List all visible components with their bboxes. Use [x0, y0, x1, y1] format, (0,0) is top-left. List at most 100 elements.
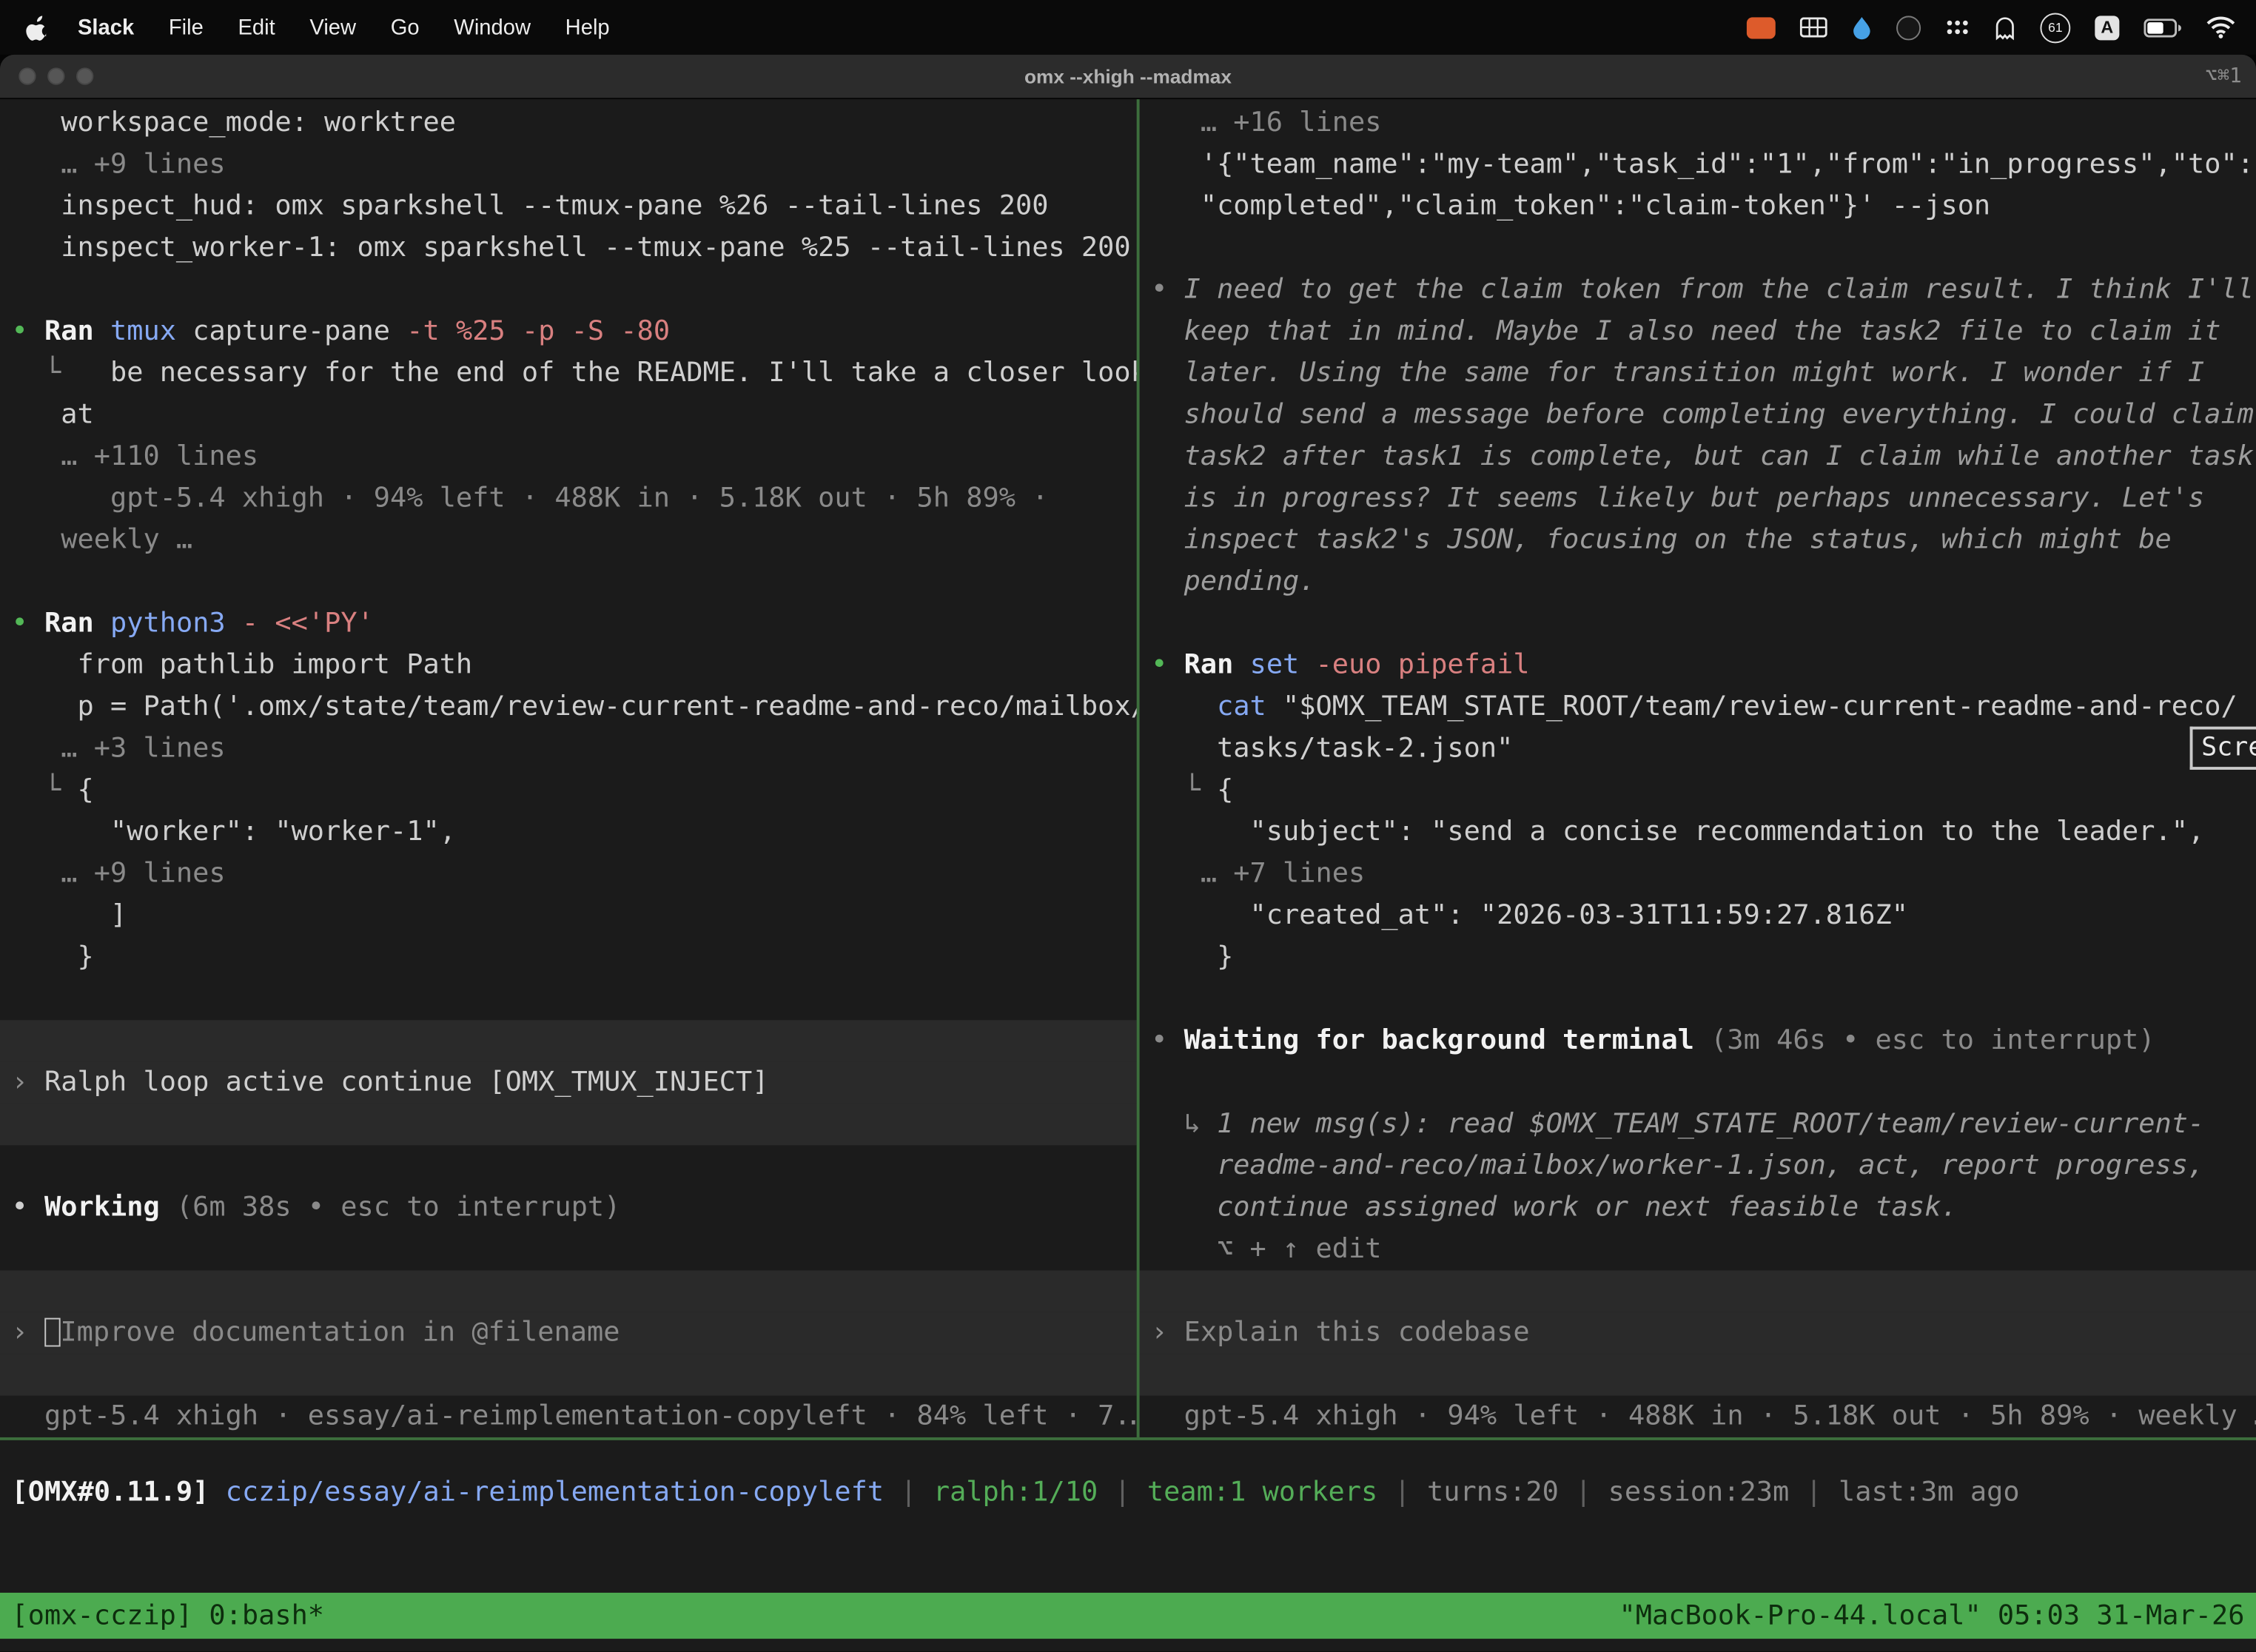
text-segment: › [1151, 1317, 1184, 1349]
terminal-line: from pathlib import Path [0, 645, 1137, 686]
terminal-line: … +16 lines [1140, 102, 2256, 144]
text-segment: gpt-5.4 xhigh · essay/ai-reimplementatio… [12, 1400, 1137, 1431]
drop-icon[interactable] [1852, 15, 1872, 39]
terminal-line [0, 269, 1137, 311]
text-segment: later. Using the same for transition mig… [1151, 357, 2204, 389]
text-segment: gpt-5.4 xhigh · 94% left · 488K in · 5.1… [12, 482, 1049, 514]
text-segment: tasks/task-2.json" [1151, 732, 1513, 764]
terminal-line [0, 1104, 1137, 1145]
apple-menu-icon[interactable] [26, 13, 49, 41]
pane-divider-vertical[interactable] [1137, 99, 1140, 1437]
menu-items: FileEditViewGoWindowHelp [152, 15, 627, 39]
terminal-line: keep that in mind. Maybe I also need the… [1140, 311, 2256, 352]
text-segment: last:3m ago [1839, 1476, 2020, 1508]
text-segment: … +7 lines [1151, 858, 1365, 890]
terminal-line: } [0, 936, 1137, 978]
terminal-line: gpt-5.4 xhigh · essay/ai-reimplementatio… [0, 1396, 1137, 1437]
menu-item-edit[interactable]: Edit [221, 15, 292, 39]
window-title: omx --xhigh --madmax [1024, 65, 1232, 87]
text-segment: | [1559, 1476, 1608, 1508]
text-segment: "worker": "worker-1", [12, 816, 456, 847]
text-segment: [OMX#0.11.9] [12, 1476, 226, 1508]
terminal-line: readme-and-reco/mailbox/worker-1.json, a… [1140, 1145, 2256, 1186]
tmux-panes: workspace_mode: worktree … +9 lines insp… [0, 99, 2256, 1437]
terminal-line [1140, 602, 2256, 644]
terminal-line: › Ralph loop active continue [OMX_TMUX_I… [0, 1062, 1137, 1104]
terminal-window: omx --xhigh --madmax ⌥⌘1 workspace_mode:… [0, 55, 2256, 1652]
traffic-lights [19, 55, 93, 98]
wifi-icon[interactable] [2206, 16, 2236, 38]
terminal-line: … +7 lines [1140, 853, 2256, 895]
text-segment: be necessary for the end of the README. … [110, 357, 1137, 389]
terminal-line: inspect_worker-1: omx sparkshell --tmux-… [0, 227, 1137, 269]
terminal-line: • Working (6m 38s • esc to interrupt) [0, 1187, 1137, 1229]
terminal-line: … +3 lines [0, 728, 1137, 770]
terminal-line: gpt-5.4 xhigh · 94% left · 488K in · 5.1… [0, 477, 1137, 519]
minimize-button[interactable] [47, 67, 64, 84]
text-segment: session:23m [1608, 1476, 1790, 1508]
terminal-line: … +9 lines [0, 853, 1137, 895]
clock-icon[interactable] [1896, 15, 1921, 39]
text-segment: at [12, 398, 94, 430]
terminal-line: should send a message before completing … [1140, 394, 2256, 436]
menu-item-window[interactable]: Window [437, 15, 548, 39]
terminal-line: ↳ 1 new msg(s): read $OMX_TEAM_STATE_ROO… [1140, 1104, 2256, 1145]
zoom-button[interactable] [76, 67, 93, 84]
right-terminal-pane[interactable]: … +16 lines '{"team_name":"my-team","tas… [1140, 99, 2256, 1437]
text-segment: should send a message before completing … [1151, 398, 2254, 430]
battery-percent-badge[interactable]: 61 [2040, 13, 2070, 43]
terminal-line [1140, 978, 2256, 1020]
close-button[interactable] [19, 67, 36, 84]
dots-grid-icon[interactable] [1945, 19, 1970, 36]
screen-recording-indicator-icon[interactable] [1747, 16, 1776, 38]
text-segment: Waiting for background terminal [1184, 1024, 1711, 1056]
text-segment: team:1 workers [1147, 1476, 1377, 1508]
menu-item-file[interactable]: File [152, 15, 221, 39]
text-segment: - <<'PY' [242, 607, 374, 639]
terminal-line [0, 978, 1137, 1020]
text-segment: └ [1151, 774, 1217, 806]
text-segment: readme-and-reco/mailbox/worker-1.json, a… [1151, 1149, 2204, 1181]
ghost-icon[interactable] [1994, 15, 2015, 39]
input-source-icon[interactable]: A [2095, 15, 2119, 39]
text-segment: inspect_worker-1: omx sparkshell --tmux-… [12, 232, 1131, 263]
terminal-line: cat "$OMX_TEAM_STATE_ROOT/team/review-cu… [1140, 686, 2256, 728]
text-segment: continue assigned work or next feasible … [1151, 1192, 1958, 1223]
prompt-input-line[interactable]: › Explain this codebase [1140, 1312, 2256, 1354]
text-segment: Ran [1184, 649, 1250, 681]
terminal-line: • Waiting for background terminal (3m 46… [1140, 1020, 2256, 1061]
prompt-input-line[interactable]: › Improve documentation in @filename [0, 1312, 1137, 1354]
text-segment: inspect_hud: omx sparkshell --tmux-pane … [12, 190, 1049, 222]
text-segment: "created_at": "2026-03-31T11:59:27.816Z" [1151, 899, 1908, 931]
terminal-line: "worker": "worker-1", [0, 811, 1137, 853]
terminal-line: gpt-5.4 xhigh · 94% left · 488K in · 5.1… [1140, 1396, 2256, 1437]
screen-share-tooltip: Scre [2190, 727, 2256, 770]
menu-item-help[interactable]: Help [548, 15, 627, 39]
text-segment: Ralph loop active continue [OMX_TMUX_INJ… [44, 1066, 768, 1098]
text-segment: "$OMX_TEAM_STATE_ROOT/team/review-curren… [1283, 691, 2237, 722]
text-segment: ] [12, 899, 127, 931]
menu-item-view[interactable]: View [292, 15, 373, 39]
terminal-line: continue assigned work or next feasible … [1140, 1187, 2256, 1229]
text-cursor [44, 1318, 60, 1347]
terminal-line: … +9 lines [0, 144, 1137, 185]
text-segment: └ [12, 357, 110, 389]
text-segment: ralph:1/10 [933, 1476, 1098, 1508]
terminal-line: └ { [1140, 770, 2256, 811]
terminal-line: • Ran tmux capture-pane -t %25 -p -S -80 [0, 311, 1137, 352]
terminal-line: later. Using the same for transition mig… [1140, 352, 2256, 394]
menu-item-go[interactable]: Go [373, 15, 437, 39]
battery-icon[interactable] [2143, 18, 2181, 36]
terminal-line: "completed","claim_token":"claim-token"}… [1140, 186, 2256, 227]
text-segment: inspect task2's JSON, focusing on the st… [1151, 524, 2172, 556]
terminal-line: p = Path('.omx/state/team/review-current… [0, 686, 1137, 728]
text-segment: › [12, 1317, 44, 1349]
left-terminal-pane[interactable]: workspace_mode: worktree … +9 lines insp… [0, 99, 1137, 1437]
terminal-line: task2 after task1 is complete, but can I… [1140, 436, 2256, 477]
window-title-bar[interactable]: omx --xhigh --madmax ⌥⌘1 [0, 55, 2256, 99]
text-segment: tmux [110, 315, 192, 347]
keyboard-grid-icon[interactable] [1800, 17, 1827, 37]
app-menu-slack[interactable]: Slack [61, 15, 152, 39]
terminal-line: • I need to get the claim token from the… [1140, 269, 2256, 311]
terminal-line [1140, 1354, 2256, 1395]
